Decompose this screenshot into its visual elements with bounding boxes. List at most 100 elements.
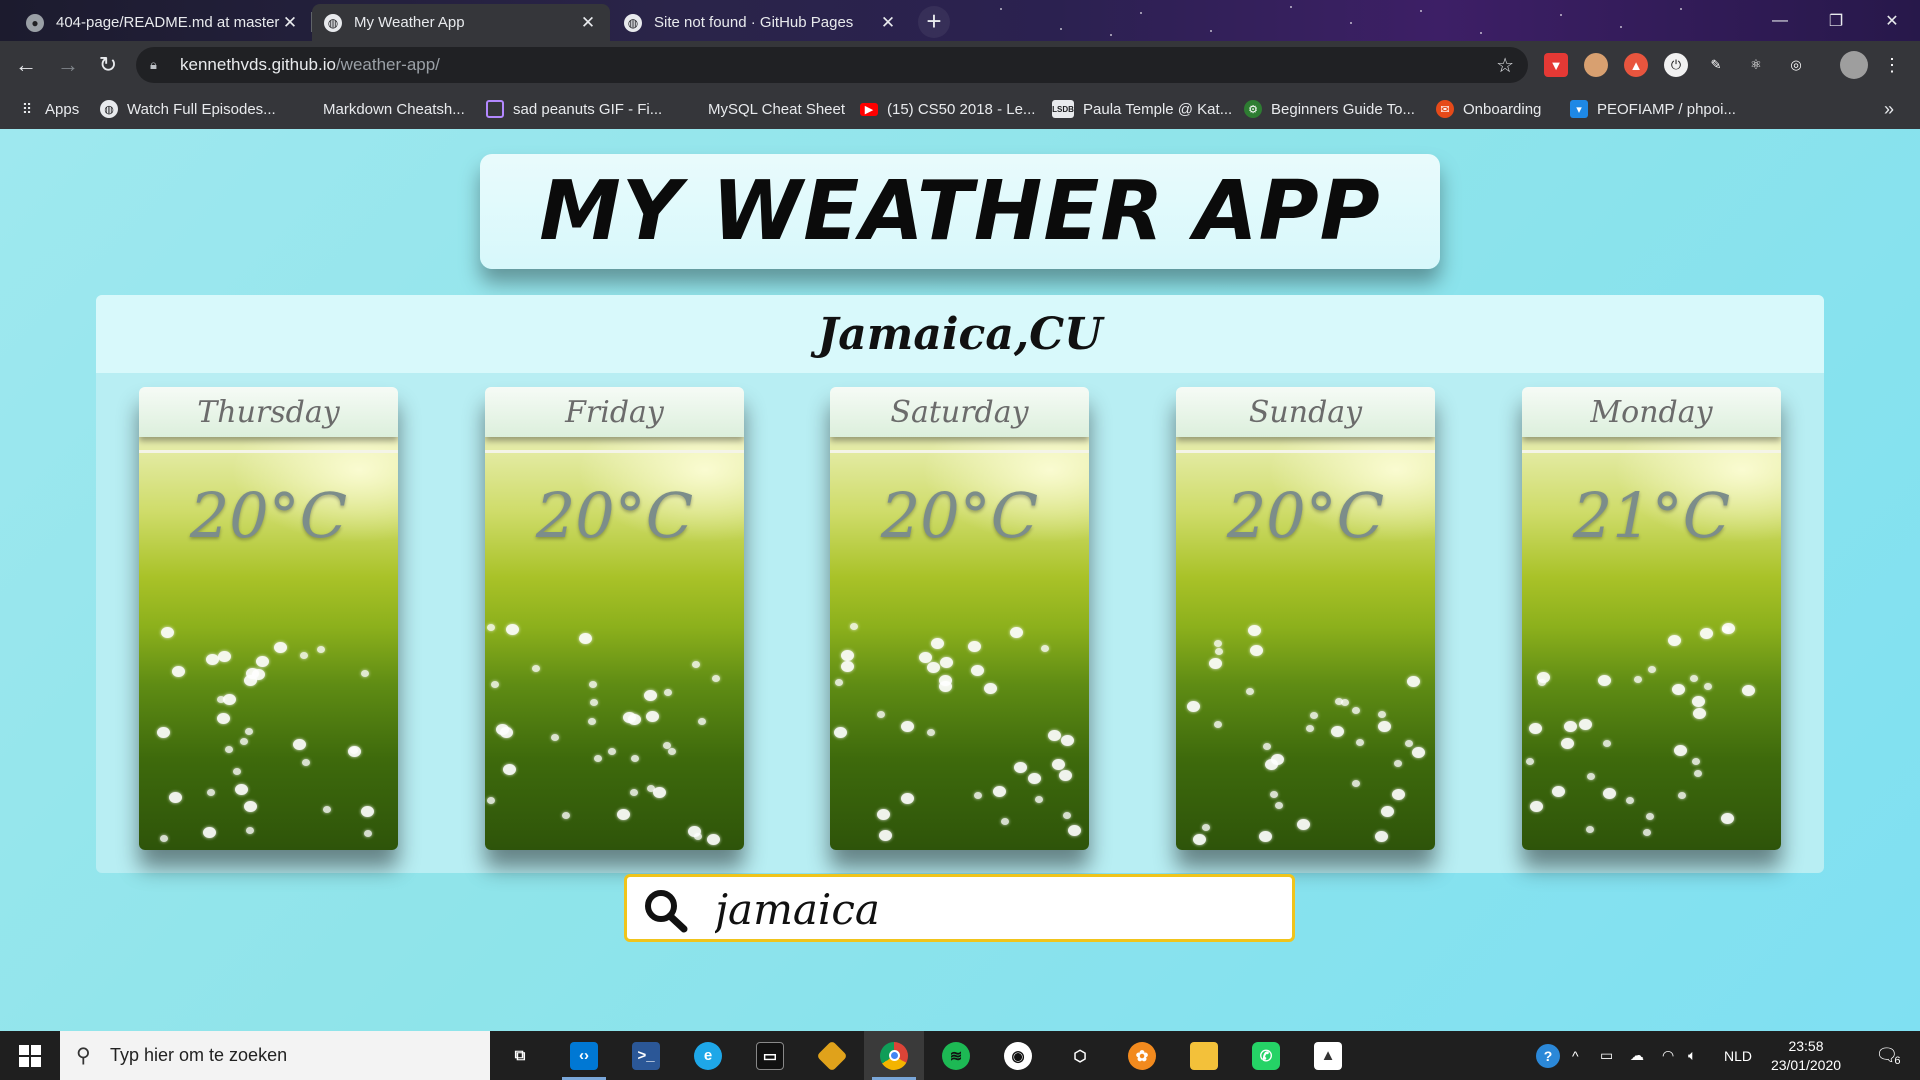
minimize-button[interactable]: — <box>1752 0 1808 41</box>
city-search-input[interactable] <box>715 881 1275 937</box>
windows-logo-icon <box>19 1044 41 1067</box>
city-search-box[interactable] <box>624 874 1295 942</box>
bookmark-mysql-cheat-sheet[interactable]: MySQL Cheat Sheet <box>708 89 845 129</box>
bookmark-peofiamp[interactable]: ▾ PEOFIAMP / phpoi... <box>1570 89 1736 129</box>
search-icon[interactable] <box>643 889 689 933</box>
taskbar-app-terminal[interactable]: ▭ <box>740 1031 800 1080</box>
taskbar-app-unity[interactable]: ⬡ <box>1050 1031 1110 1080</box>
taskbar-app-gitkraken[interactable] <box>802 1031 862 1080</box>
flower-decoration <box>1721 813 1734 824</box>
bookmark-beginners-guide[interactable]: ⚙ Beginners Guide To... <box>1244 89 1415 129</box>
battery-icon[interactable]: ▭ <box>1600 1031 1613 1080</box>
lighthouse-extension-icon[interactable]: ▲ <box>1624 53 1648 77</box>
divider <box>139 450 398 453</box>
flower-decoration <box>628 714 641 725</box>
system-clock[interactable]: 23:58 23/01/2020 <box>1756 1037 1856 1075</box>
help-icon[interactable]: ? <box>1534 1031 1562 1080</box>
flower-decoration <box>500 727 513 738</box>
onedrive-icon[interactable]: ☁ <box>1630 1031 1644 1080</box>
flower-decoration <box>971 665 984 676</box>
flower-decoration <box>668 748 676 755</box>
taskbar-app-whatsapp[interactable]: ✆ <box>1236 1031 1296 1080</box>
pen-extension-icon[interactable]: ✎ <box>1704 53 1728 77</box>
taskbar-app-photos[interactable]: ▲ <box>1298 1031 1358 1080</box>
github-icon: ● <box>26 13 44 32</box>
flower-decoration <box>1693 708 1706 719</box>
flower-decoration <box>646 711 659 722</box>
tab-title: 404-page/README.md at master <box>56 14 280 31</box>
taskbar-app-edge[interactable]: e <box>678 1031 738 1080</box>
flower-decoration <box>1193 834 1206 845</box>
close-icon[interactable]: ✕ <box>578 13 598 33</box>
cookie-extension-icon[interactable] <box>1584 53 1608 77</box>
taskbar-app-vscode[interactable]: ‹› <box>554 1031 614 1080</box>
flower-decoration <box>302 759 310 766</box>
react-extension-icon[interactable]: ⚛ <box>1744 53 1768 77</box>
taskbar-app-explorer[interactable] <box>1174 1031 1234 1080</box>
start-button[interactable] <box>0 1031 60 1080</box>
bookmark-apps[interactable]: ⠿ Apps <box>18 89 79 129</box>
flower-decoration <box>1378 721 1391 732</box>
back-button[interactable]: ← <box>6 45 46 85</box>
flower-decoration <box>1263 743 1271 750</box>
close-icon[interactable]: ✕ <box>280 13 300 33</box>
flower-decoration <box>1341 699 1349 706</box>
tab-readme[interactable]: ● 404-page/README.md at master ✕ <box>14 4 312 41</box>
shield-extension-icon[interactable]: ▼ <box>1544 53 1568 77</box>
restore-button[interactable]: ❐ <box>1808 0 1864 41</box>
day-label: Friday <box>485 387 744 437</box>
reload-button[interactable]: ↻ <box>88 45 128 85</box>
new-tab-button[interactable]: + <box>918 6 950 38</box>
flower-decoration <box>364 830 372 837</box>
flower-decoration <box>1306 725 1314 732</box>
volume-icon[interactable]: 🔈︎ <box>1688 1031 1696 1080</box>
flower-decoration <box>1392 789 1405 800</box>
temperature: 20°C <box>880 479 1039 552</box>
bookmark-paula-temple[interactable]: LSDB Paula Temple @ Kat... <box>1052 89 1232 129</box>
profile-avatar[interactable] <box>1840 51 1868 79</box>
bookmark-sad-peanuts-gif[interactable]: sad peanuts GIF - Fi... <box>486 89 662 129</box>
taskbar-app-gitkraken-2[interactable]: ◉ <box>988 1031 1048 1080</box>
taskbar-search-field[interactable]: ⚲ Typ hier om te zoeken <box>60 1031 490 1080</box>
bookmark-cs50-2018[interactable]: ▶ (15) CS50 2018 - Le... <box>860 89 1035 129</box>
taskbar-app-powershell[interactable]: >_ <box>616 1031 676 1080</box>
task-view-button[interactable]: ⧉ <box>490 1031 550 1080</box>
address-bar[interactable]: 🔒︎ kennethvds.github.io/weather-app/ ☆ <box>136 47 1528 83</box>
flower-decoration <box>1214 640 1222 647</box>
wifi-icon[interactable]: ◠ <box>1662 1031 1674 1080</box>
tab-my-weather-app[interactable]: ◍ My Weather App ✕ <box>312 4 610 41</box>
tab-title: Site not found · GitHub Pages <box>654 14 854 31</box>
target-extension-icon[interactable]: ◎ <box>1784 53 1808 77</box>
flower-decoration <box>293 739 306 750</box>
bookmark-markdown-cheatsheet[interactable]: Markdown Cheatsh... <box>323 89 465 129</box>
window-close-button[interactable]: ✕ <box>1864 0 1920 41</box>
action-center-button[interactable]: 🗨︎ 6 <box>1868 1031 1908 1080</box>
bookmarks-overflow-button[interactable]: » <box>1884 89 1894 129</box>
flower-decoration <box>1048 730 1061 741</box>
taskbar-app-spotify[interactable]: ≋ <box>926 1031 986 1080</box>
forecast-card-sunday: Sunday 20°C <box>1176 387 1435 850</box>
flower-decoration <box>217 696 225 703</box>
forward-button[interactable]: → <box>48 45 88 85</box>
flower-decoration <box>244 801 257 812</box>
flower-decoration <box>217 713 230 724</box>
flower-decoration <box>984 683 997 694</box>
taskbar-app-chrome[interactable] <box>864 1031 924 1080</box>
menu-kebab-icon[interactable]: ⋮ <box>1880 53 1904 77</box>
flower-decoration <box>503 764 516 775</box>
close-icon[interactable]: ✕ <box>878 13 898 33</box>
diamond-icon <box>816 1039 848 1072</box>
power-extension-icon[interactable]: ⏻ <box>1664 53 1688 77</box>
tab-site-not-found[interactable]: ◍ Site not found · GitHub Pages ✕ <box>612 4 910 41</box>
input-language[interactable]: NLD <box>1724 1031 1752 1080</box>
bookmark-onboarding[interactable]: ✉ Onboarding <box>1436 89 1541 129</box>
chrome-icon <box>880 1041 908 1070</box>
show-hidden-icons-button[interactable]: ^ <box>1572 1031 1579 1080</box>
browser-toolbar: ← → ↻ 🔒︎ kennethvds.github.io/weather-ap… <box>0 41 1920 89</box>
flower-decoration <box>877 711 885 718</box>
bookmark-watch-full-episodes[interactable]: ◍ Watch Full Episodes... <box>100 89 276 129</box>
flower-decoration <box>1646 813 1654 820</box>
flower-decoration <box>644 690 657 701</box>
taskbar-app-flstudio[interactable]: ✿ <box>1112 1031 1172 1080</box>
bookmark-star-icon[interactable]: ☆ <box>1496 53 1514 78</box>
